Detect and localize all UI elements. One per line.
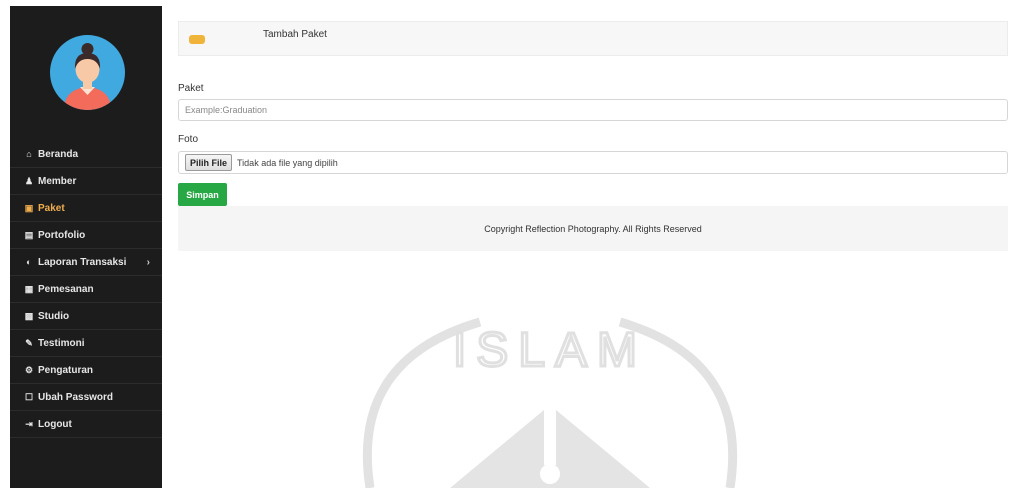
sidebar-item-label: Paket [38,202,65,214]
sidebar-item-label: Ubah Password [38,391,114,403]
image-icon: ▣ [24,202,34,213]
sidebar-item-label: Testimoni [38,337,85,349]
avatar [50,35,125,110]
sidebar-item-pengaturan[interactable]: ⚙ Pengaturan [10,357,162,384]
sidebar-item-ubah-password[interactable]: ☐ Ubah Password [10,384,162,411]
sidebar-item-laporan-transaksi[interactable]: ◐ Laporan Transaksi › [10,249,162,276]
sidebar-item-testimoni[interactable]: ✎ Testimoni [10,330,162,357]
sidebar-item-logout[interactable]: ⇥ Logout [10,411,162,438]
foto-file-input[interactable]: Pilih File Tidak ada file yang dipilih [178,151,1008,174]
home-icon: ⌂ [26,149,32,159]
sidebar-item-studio[interactable]: ▩ Studio [10,303,162,330]
sidebar-item-label: Laporan Transaksi [38,256,127,268]
sidebar-item-label: Studio [38,310,70,322]
watermark-text: ISLAM [453,324,647,377]
header-badge-icon [189,35,205,44]
panel-header: Tambah Paket [178,21,1008,56]
watermark-logo: ISLAM [362,317,738,488]
sidebar-item-label: Pemesanan [38,283,94,295]
sidebar-item-member[interactable]: ♟ Member [10,168,162,195]
copyright-text: Copyright Reflection Photography. All Ri… [484,223,702,234]
save-button[interactable]: Simpan [178,183,227,206]
edit-icon: ☐ [24,391,34,402]
paket-input[interactable] [178,99,1008,121]
sidebar-item-portofolio[interactable]: ▤ Portofolio [10,222,162,249]
avatar-woman-icon [64,43,111,110]
gear-icon: ⚙ [24,364,34,375]
file-status-text: Tidak ada file yang dipilih [237,157,338,168]
sidebar-item-pemesanan[interactable]: ▦ Pemesanan [10,276,162,303]
sidebar-item-label: Member [38,175,77,187]
sidebar-item-label: Pengaturan [38,364,94,376]
sidebar-nav: ⌂ Beranda ♟ Member ▣ Paket ▤ Portofolio ◐ Laporan… [10,141,162,438]
user-icon: ♟ [24,175,34,186]
choose-file-button[interactable]: Pilih File [185,154,233,171]
calendar-icon: ▦ [24,283,34,294]
logout-icon: ⇥ [25,418,33,429]
paket-label: Paket [178,83,204,94]
globe-icon: ◐ [26,257,32,267]
sidebar-item-beranda[interactable]: ⌂ Beranda [10,141,162,168]
book-icon: ▤ [24,229,34,240]
sidebar-item-label: Portofolio [38,229,86,241]
sidebar-item-label: Logout [38,418,72,430]
sidebar-item-label: Beranda [38,148,79,160]
chevron-right-icon: › [146,256,150,268]
sidebar: ⌂ Beranda ♟ Member ▣ Paket ▤ Portofolio ◐ Laporan… [10,6,162,488]
sidebar-item-paket[interactable]: ▣ Paket [10,195,162,222]
pencil-icon: ✎ [25,337,33,348]
footer: Copyright Reflection Photography. All Ri… [178,206,1008,251]
page-title: Tambah Paket [263,29,327,40]
foto-label: Foto [178,134,199,145]
picture-icon: ▩ [24,310,34,321]
